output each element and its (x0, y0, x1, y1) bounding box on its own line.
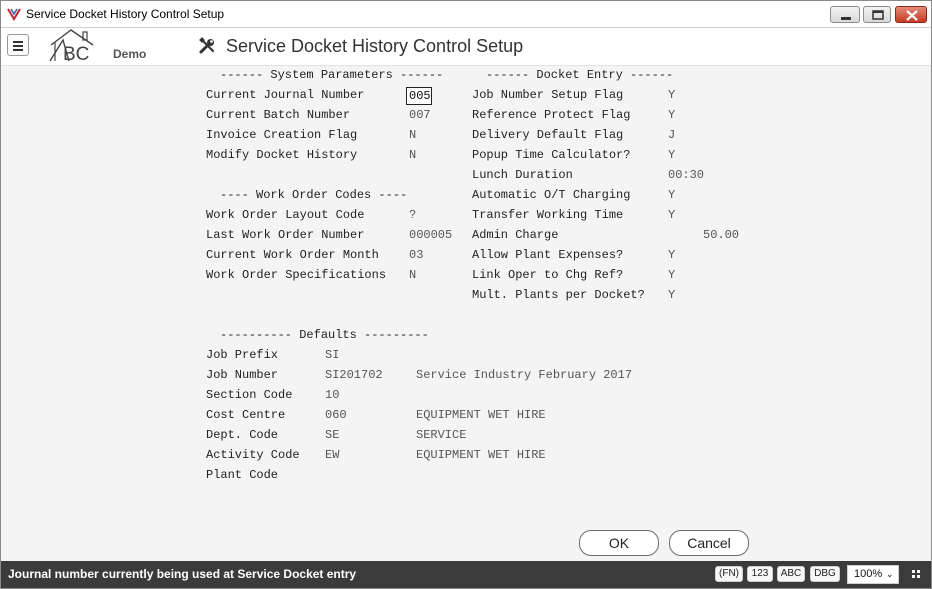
activity-code-description: EQUIPMENT WET HIRE (416, 448, 546, 462)
automatic-ot-charging-label: Automatic O/T Charging (472, 188, 631, 202)
zoom-value: 100% (854, 568, 883, 580)
job-number-description: Service Industry February 2017 (416, 368, 633, 382)
delivery-default-flag-label: Delivery Default Flag (472, 128, 624, 142)
current-journal-number-label: Current Journal Number (206, 88, 365, 102)
popup-time-calculator-field[interactable]: Y (668, 148, 675, 162)
work-order-codes-header: ---- Work Order Codes ---- (220, 188, 408, 202)
status-message: Journal number currently being used at S… (8, 567, 357, 581)
lunch-duration-label: Lunch Duration (472, 168, 573, 182)
invoice-creation-flag-label: Invoice Creation Flag (206, 128, 358, 142)
screen-title: Service Docket History Control Setup (226, 36, 524, 56)
allow-plant-expenses-field[interactable]: Y (668, 248, 675, 262)
dept-code-field[interactable]: SE (325, 428, 339, 442)
job-prefix-label: Job Prefix (206, 348, 279, 362)
window-title: Service Docket History Control Setup (26, 7, 225, 21)
abc-logo: BC (49, 29, 94, 64)
modify-docket-history-label: Modify Docket History (206, 148, 358, 162)
lunch-duration-field[interactable]: 00:30 (668, 168, 704, 182)
activity-code-label: Activity Code (206, 448, 300, 462)
ok-button[interactable]: OK (579, 530, 659, 556)
current-batch-number-label: Current Batch Number (206, 108, 351, 122)
job-prefix-field[interactable]: SI (325, 348, 339, 362)
popup-time-calculator-label: Popup Time Calculator? (472, 148, 631, 162)
title-bar: Service Docket History Control Setup (1, 1, 931, 28)
section-code-field[interactable]: 10 (325, 388, 339, 402)
app-logo-icon (7, 8, 21, 21)
current-batch-number-field[interactable]: 007 (409, 108, 431, 122)
work-order-layout-code-label: Work Order Layout Code (206, 208, 365, 222)
work-order-layout-code-field[interactable]: ? (409, 208, 416, 222)
allow-plant-expenses-label: Allow Plant Expenses? (472, 248, 624, 262)
cost-centre-field[interactable]: 060 (325, 408, 347, 422)
minimize-button[interactable] (830, 6, 860, 23)
system-parameters-header: ------ System Parameters ------ (220, 68, 444, 82)
abc-indicator[interactable]: ABC (777, 566, 805, 582)
minimize-icon (841, 17, 851, 20)
last-work-order-number-field[interactable]: 000005 (409, 228, 452, 242)
link-oper-to-chg-ref-field[interactable]: Y (668, 268, 675, 282)
chevron-down-icon: ⌄ (886, 569, 894, 579)
current-work-order-month-field[interactable]: 03 (409, 248, 423, 262)
mult-plants-per-docket-field[interactable]: Y (668, 288, 675, 302)
status-bar: Journal number currently being used at S… (1, 561, 931, 588)
resize-grip-icon[interactable] (912, 570, 920, 578)
job-number-label: Job Number (206, 368, 279, 382)
dept-code-description: SERVICE (416, 428, 467, 442)
setup-form: ------ System Parameters ------ Current … (1, 66, 931, 561)
close-icon (906, 10, 918, 21)
toolbar: BC Demo Service Docket History Control S… (1, 28, 931, 66)
transfer-working-time-field[interactable]: Y (668, 208, 675, 222)
activity-code-field[interactable]: EW (325, 448, 339, 462)
cost-centre-label: Cost Centre (206, 408, 286, 422)
tools-wrench-screwdriver-icon (199, 37, 215, 54)
admin-charge-label: Admin Charge (472, 228, 559, 242)
job-number-setup-flag-label: Job Number Setup Flag (472, 88, 624, 102)
work-order-specifications-field[interactable]: N (409, 268, 416, 282)
menu-button[interactable] (7, 34, 29, 56)
job-number-field[interactable]: SI201702 (325, 368, 383, 382)
logo-demo-label: Demo (113, 47, 147, 61)
modify-docket-history-field[interactable]: N (409, 148, 416, 162)
maximize-button[interactable] (863, 6, 891, 23)
application-window: Service Docket History Control Setup BC (0, 0, 932, 589)
job-number-setup-flag-field[interactable]: Y (668, 88, 675, 102)
docket-entry-header: ------ Docket Entry ------ (486, 68, 674, 82)
cost-centre-description: EQUIPMENT WET HIRE (416, 408, 546, 422)
last-work-order-number-label: Last Work Order Number (206, 228, 365, 242)
hamburger-menu-icon (13, 41, 23, 51)
link-oper-to-chg-ref-label: Link Oper to Chg Ref? (472, 268, 624, 282)
zoom-select[interactable]: 100% ⌄ (847, 565, 899, 584)
plant-code-label: Plant Code (206, 468, 279, 482)
maximize-icon (872, 10, 884, 20)
invoice-creation-flag-field[interactable]: N (409, 128, 416, 142)
cancel-button[interactable]: Cancel (669, 530, 749, 556)
logo-letter-b: BC (63, 44, 89, 64)
mult-plants-per-docket-label: Mult. Plants per Docket? (472, 288, 645, 302)
num-indicator[interactable]: 123 (747, 566, 773, 582)
delivery-default-flag-field[interactable]: J (668, 128, 675, 142)
current-journal-number-input[interactable]: 005 (406, 87, 432, 105)
current-work-order-month-label: Current Work Order Month (206, 248, 379, 262)
reference-protect-flag-field[interactable]: Y (668, 108, 675, 122)
section-code-label: Section Code (206, 388, 293, 402)
defaults-header: ---------- Defaults --------- (220, 328, 429, 342)
automatic-ot-charging-field[interactable]: Y (668, 188, 675, 202)
dept-code-label: Dept. Code (206, 428, 279, 442)
close-button[interactable] (895, 6, 927, 23)
reference-protect-flag-label: Reference Protect Flag (472, 108, 631, 122)
dbg-indicator[interactable]: DBG (810, 566, 840, 582)
work-order-specifications-label: Work Order Specifications (206, 268, 387, 282)
transfer-working-time-label: Transfer Working Time (472, 208, 624, 222)
fn-indicator[interactable]: (FN) (715, 566, 743, 582)
admin-charge-field[interactable]: 50.00 (703, 228, 739, 242)
